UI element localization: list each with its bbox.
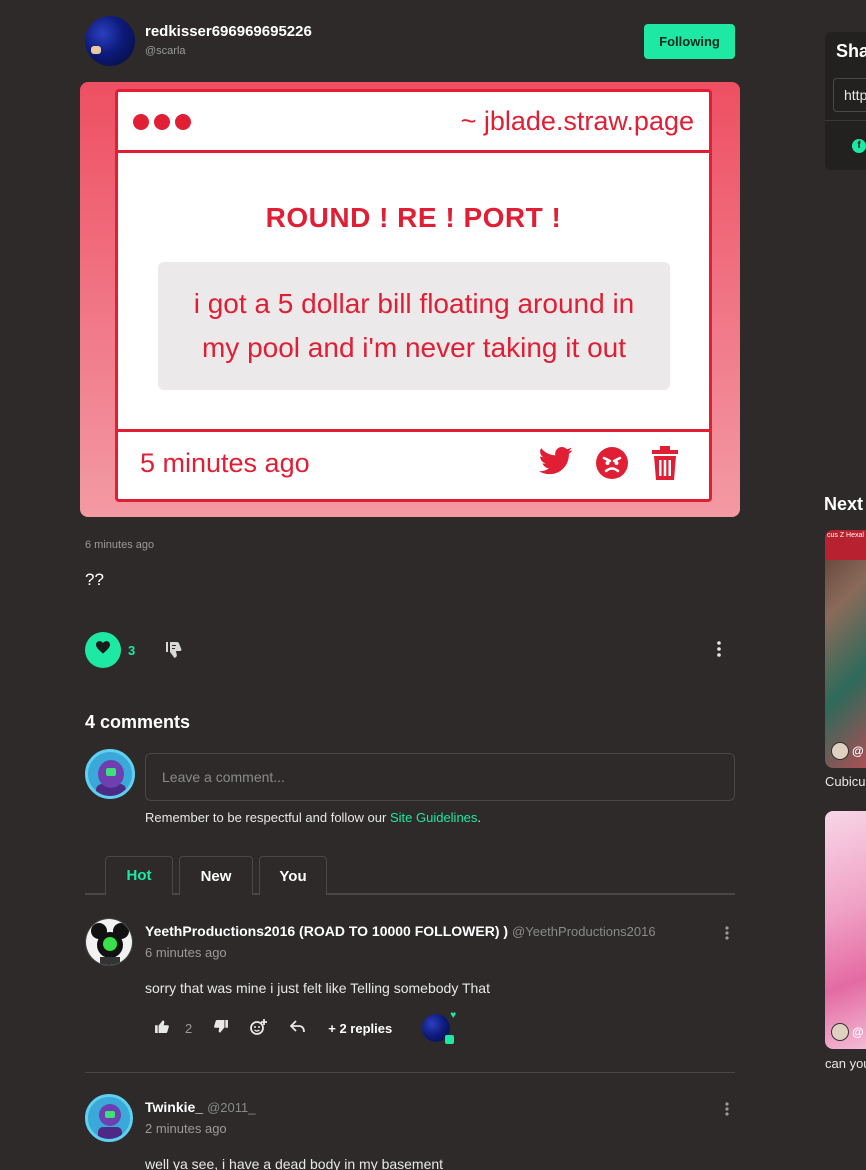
share-title: Sha bbox=[836, 41, 866, 61]
commenter-name[interactable]: Twinkie_ @2011_ bbox=[145, 1099, 255, 1115]
add-reaction-button[interactable] bbox=[250, 1018, 268, 1038]
commenter-avatar[interactable] bbox=[85, 1094, 133, 1142]
like-count: 3 bbox=[128, 643, 136, 658]
avatar-eye bbox=[106, 768, 116, 776]
commenter-name[interactable]: YeethProductions2016 (ROAD TO 10000 FOLL… bbox=[145, 923, 656, 939]
share-divider bbox=[825, 120, 866, 121]
post-header: redkisser696969695226 @scarla Following bbox=[85, 16, 735, 66]
commenter-display-name[interactable]: Twinkie_ bbox=[145, 1099, 203, 1115]
window-dots bbox=[133, 114, 196, 135]
online-status-icon bbox=[445, 1035, 455, 1044]
dislike-button[interactable] bbox=[166, 641, 182, 664]
card-message-box: i got a 5 dollar bill floating around in… bbox=[158, 262, 670, 390]
following-button[interactable]: Following bbox=[644, 24, 735, 59]
post-timestamp: 6 minutes ago bbox=[85, 539, 155, 551]
card-icons bbox=[539, 446, 679, 480]
guidelines-notice: Remember to be respectful and follow our… bbox=[145, 810, 481, 825]
thumbs-up-icon bbox=[155, 1020, 169, 1036]
site-guidelines-link[interactable]: Site Guidelines bbox=[390, 810, 477, 825]
card-bottom-bar: 5 minutes ago bbox=[118, 429, 709, 499]
commenter-avatar[interactable] bbox=[85, 918, 133, 966]
card-top-bar: ~ jblade.straw.page bbox=[118, 92, 709, 153]
comment-actions: 2 + 2 replies ♥ bbox=[155, 1010, 456, 1044]
next-video-thumbnail[interactable]: cus Z Hexal @ bbox=[825, 530, 866, 768]
card-time: 5 minutes ago bbox=[140, 448, 310, 478]
current-user-avatar bbox=[85, 749, 135, 799]
comment-time: 6 minutes ago bbox=[145, 945, 227, 960]
view-replies-button[interactable]: + 2 replies bbox=[328, 1021, 392, 1036]
next-up-title: Next bbox=[824, 494, 864, 514]
replier-avatar: ♥ bbox=[422, 1010, 456, 1044]
comment-more-options-icon[interactable] bbox=[725, 926, 729, 945]
window-dot bbox=[154, 114, 170, 130]
share-panel: Sha http f bbox=[825, 32, 866, 170]
card-site: ~ jblade.straw.page bbox=[460, 106, 694, 136]
comment-text: sorry that was mine i just felt like Tel… bbox=[145, 980, 490, 996]
reply-arrow-icon bbox=[289, 1020, 306, 1036]
author-avatar[interactable] bbox=[85, 16, 135, 66]
share-url-field[interactable]: http bbox=[833, 78, 866, 112]
post-more-options-icon[interactable] bbox=[717, 641, 721, 662]
heart-icon: ♥ bbox=[450, 1010, 457, 1021]
comment-sort-tabs: Hot New You bbox=[85, 856, 735, 896]
commenter-display-name[interactable]: YeethProductions2016 (ROAD TO 10000 FOLL… bbox=[145, 923, 508, 939]
thumbnail-creator-handle: @ bbox=[852, 744, 864, 758]
comment-like-count: 2 bbox=[185, 1020, 193, 1036]
comment-divider bbox=[85, 1072, 735, 1073]
angry-face-icon bbox=[595, 446, 629, 480]
card-title: ROUND ! RE ! PORT ! bbox=[265, 202, 562, 233]
twitter-icon bbox=[539, 446, 573, 480]
comment-input[interactable] bbox=[145, 753, 735, 801]
comment-text: well ya see, i have a dead body in my ba… bbox=[145, 1156, 444, 1170]
like-button[interactable] bbox=[85, 632, 121, 668]
guidelines-text: Remember to be respectful and follow our bbox=[145, 810, 390, 825]
post-body: ?? bbox=[85, 570, 104, 589]
reply-button[interactable] bbox=[289, 1020, 306, 1036]
thumbs-down-icon bbox=[214, 1020, 229, 1036]
thumbnail-creator-avatar bbox=[831, 742, 849, 760]
heart-icon bbox=[96, 641, 110, 659]
comments-count-title: 4 comments bbox=[85, 712, 191, 732]
comment-like-button[interactable]: 2 bbox=[155, 1020, 192, 1036]
post-image-card[interactable]: ~ jblade.straw.page ROUND ! RE ! PORT ! … bbox=[80, 82, 740, 517]
tab-new[interactable]: New bbox=[179, 856, 253, 895]
thumbnail-banner: cus Z Hexal bbox=[825, 530, 866, 560]
next-video-title[interactable]: Cubicu bbox=[825, 774, 865, 789]
card-message: i got a 5 dollar bill floating around in… bbox=[193, 288, 635, 363]
facebook-icon[interactable]: f bbox=[852, 139, 866, 153]
card-frame: ~ jblade.straw.page ROUND ! RE ! PORT ! … bbox=[115, 89, 712, 502]
tab-hot[interactable]: Hot bbox=[105, 856, 173, 896]
comment-dislike-button[interactable] bbox=[214, 1020, 229, 1036]
thumbnail-banner-text: cus Z Hexal bbox=[827, 532, 864, 539]
window-dot bbox=[175, 114, 191, 130]
guidelines-period: . bbox=[477, 810, 482, 825]
window-dot bbox=[133, 114, 149, 130]
author-username[interactable]: redkisser696969695226 bbox=[145, 23, 312, 40]
comment-item: Twinkie_ @2011_ 2 minutes ago well ya see… bbox=[85, 1094, 735, 1170]
comment-time: 2 minutes ago bbox=[145, 1121, 227, 1136]
thumbnail-creator-handle: @ bbox=[852, 1025, 864, 1039]
comment-more-options-icon[interactable] bbox=[725, 1102, 729, 1121]
thumbnail-creator-avatar bbox=[831, 1023, 849, 1041]
trash-icon bbox=[651, 446, 679, 480]
commenter-handle[interactable]: @2011_ bbox=[207, 1100, 255, 1115]
next-video-title[interactable]: can you bbox=[825, 1056, 866, 1071]
next-video-thumbnail[interactable]: @ bbox=[825, 811, 866, 1049]
comment-item: YeethProductions2016 (ROAD TO 10000 FOLL… bbox=[85, 918, 735, 1048]
add-emoji-icon bbox=[250, 1018, 268, 1038]
post-actions: 3 bbox=[85, 632, 735, 668]
author-handle[interactable]: @scarla bbox=[145, 45, 186, 57]
commenter-handle[interactable]: @YeethProductions2016 bbox=[512, 924, 656, 939]
tab-you[interactable]: You bbox=[259, 856, 327, 895]
